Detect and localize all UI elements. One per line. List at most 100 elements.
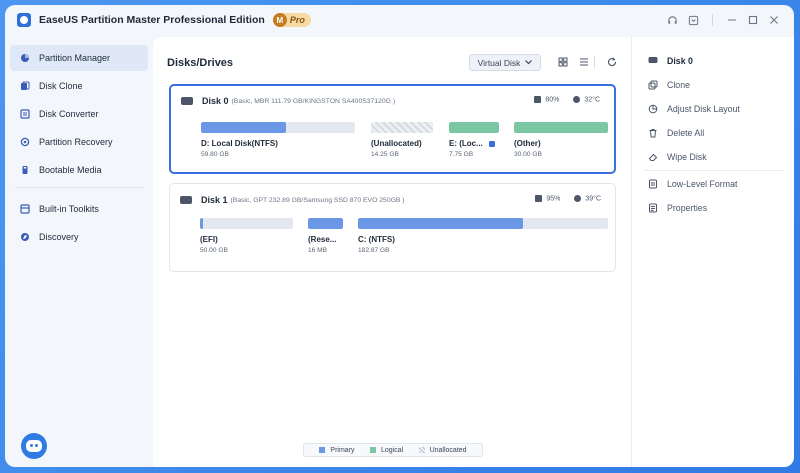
sidebar-divider — [15, 187, 143, 188]
nav-label: Built-in Toolkits — [39, 204, 99, 214]
assistant-robot-icon[interactable] — [21, 433, 47, 459]
lock-icon — [488, 140, 495, 147]
primary-swatch — [319, 446, 326, 453]
virtual-disk-dropdown[interactable]: Virtual Disk — [469, 54, 541, 71]
disk-name: Disk 1 — [201, 195, 228, 205]
disk-temperature: 39°C — [585, 195, 601, 203]
action-delete-all[interactable]: Delete All — [632, 121, 794, 145]
toolkits-icon — [20, 204, 30, 214]
partition-size: 30.00 GB — [514, 151, 542, 158]
disk-name: Disk 0 — [202, 96, 229, 106]
nav-disk-clone[interactable]: Disk Clone — [10, 73, 148, 99]
discovery-icon — [20, 232, 30, 242]
action-label: Wipe Disk — [667, 152, 707, 162]
action-panel: Disk 0 Clone Adjust Disk Layout Delete A… — [631, 37, 794, 467]
action-low-level-format[interactable]: Low-Level Format — [632, 172, 794, 196]
action-label: Clone — [667, 80, 690, 90]
partition-efi[interactable]: (EFI) 50.00 GB — [200, 218, 293, 254]
refresh-icon[interactable] — [604, 54, 620, 70]
close-icon[interactable] — [763, 13, 784, 27]
partition-label: D: Local Disk(NTFS) — [201, 139, 278, 148]
legend-logical-label: Logical — [380, 446, 404, 454]
feedback-icon[interactable] — [683, 13, 704, 27]
disk-card-1[interactable]: Disk 1 (Basic, GPT 232.89 GB/Samsung SSD… — [169, 183, 616, 272]
minimize-icon[interactable] — [721, 13, 742, 27]
nav-label: Bootable Media — [39, 165, 102, 175]
nav-disk-converter[interactable]: Disk Converter — [10, 101, 148, 127]
disk-info: (Basic, GPT 232.89 GB/Samsung SSD 870 EV… — [230, 196, 405, 204]
partition-label: (Unallocated) — [371, 139, 422, 148]
app-logo-icon — [17, 13, 31, 27]
nav-label: Partition Manager — [39, 53, 111, 63]
toolbar-divider — [594, 56, 595, 68]
partition-label: (EFI) — [200, 235, 218, 244]
nav-partition-manager[interactable]: Partition Manager — [10, 45, 148, 71]
badge-letter: M — [272, 13, 287, 27]
page-title: Disks/Drives — [167, 57, 234, 69]
disk-health: 80% — [545, 96, 560, 104]
legend-unallocated-label: Unallocated — [429, 446, 467, 454]
partition-bar — [514, 122, 608, 133]
partition-usage-fill — [201, 122, 286, 133]
partition-usage-fill — [449, 122, 499, 133]
partition-label: C: (NTFS) — [358, 235, 395, 244]
action-adjust-disk-layout[interactable]: Adjust Disk Layout — [632, 97, 794, 121]
partition-bar — [201, 122, 355, 133]
list-view-icon[interactable] — [576, 54, 592, 70]
nav-built-in-toolkits[interactable]: Built-in Toolkits — [10, 196, 148, 222]
action-properties[interactable]: Properties — [632, 196, 794, 220]
grid-view-icon[interactable] — [555, 54, 571, 70]
action-label: Low-Level Format — [667, 179, 738, 189]
trash-icon — [648, 128, 658, 138]
nav-label: Disk Clone — [39, 81, 83, 91]
disk-temperature: 32°C — [584, 96, 600, 104]
app-window: EaseUS Partition Master Professional Edi… — [5, 5, 794, 467]
nav-label: Discovery — [39, 232, 79, 242]
properties-icon — [648, 203, 658, 213]
disk-card-0[interactable]: Disk 0 (Basic, MBR 111.79 GB/KINGSTON SA… — [169, 84, 616, 174]
logical-swatch — [369, 446, 376, 453]
partition-label: (Other) — [514, 139, 541, 148]
partition-recovery-icon — [20, 137, 30, 147]
partition-reserved[interactable]: (Rese... 16 MB — [308, 218, 343, 254]
partition-c[interactable]: C: (NTFS) 182.87 GB — [358, 218, 608, 254]
partition-bar — [200, 218, 293, 229]
maximize-icon[interactable] — [742, 13, 763, 27]
eraser-icon — [648, 152, 658, 162]
partition-size: 50.00 GB — [200, 247, 228, 254]
nav-label: Partition Recovery — [39, 137, 113, 147]
nav-discovery[interactable]: Discovery — [10, 224, 148, 250]
temperature-icon — [573, 96, 581, 103]
partition-usage-fill — [358, 218, 523, 229]
action-clone[interactable]: Clone — [632, 73, 794, 97]
health-icon — [535, 195, 543, 202]
nav-partition-recovery[interactable]: Partition Recovery — [10, 129, 148, 155]
disk-header: Disk 0 (Basic, MBR 111.79 GB/KINGSTON SA… — [181, 96, 395, 106]
nav-bootable-media[interactable]: Bootable Media — [10, 157, 148, 183]
partition-label: (Rese... — [308, 235, 337, 244]
partition-bar — [308, 218, 343, 229]
partition-label: E: (Loc... — [449, 139, 483, 148]
disk-converter-icon — [20, 109, 30, 119]
partition-bar — [358, 218, 608, 229]
action-wipe-disk[interactable]: Wipe Disk — [632, 145, 794, 169]
partition-usage-fill — [200, 218, 203, 229]
window-frame: EaseUS Partition Master Professional Edi… — [0, 0, 800, 473]
temperature-icon — [574, 195, 582, 202]
pro-badge[interactable]: M Pro — [272, 13, 311, 27]
partition-size: 59.80 GB — [201, 151, 229, 158]
headset-icon[interactable] — [662, 13, 683, 27]
action-panel-heading: Disk 0 — [632, 49, 794, 73]
partition-other[interactable]: (Other) 30.00 GB — [514, 122, 608, 158]
main-panel: Disks/Drives Virtual Disk Disk 0 (Basic,… — [153, 37, 631, 467]
partition-size: 7.75 GB — [449, 151, 474, 158]
partition-unallocated[interactable]: (Unallocated) 14.25 GB — [371, 122, 433, 158]
disk-header: Disk 1 (Basic, GPT 232.89 GB/Samsung SSD… — [180, 195, 405, 205]
action-divider — [644, 170, 784, 171]
partition-manager-icon — [20, 53, 30, 63]
partition-e[interactable]: E: (Loc... 7.75 GB — [449, 122, 499, 158]
partition-bar — [371, 122, 433, 133]
bootable-media-icon — [20, 165, 30, 175]
partition-d[interactable]: D: Local Disk(NTFS) 59.80 GB — [201, 122, 355, 158]
sidebar: Partition Manager Disk Clone Disk Conver… — [5, 45, 153, 467]
